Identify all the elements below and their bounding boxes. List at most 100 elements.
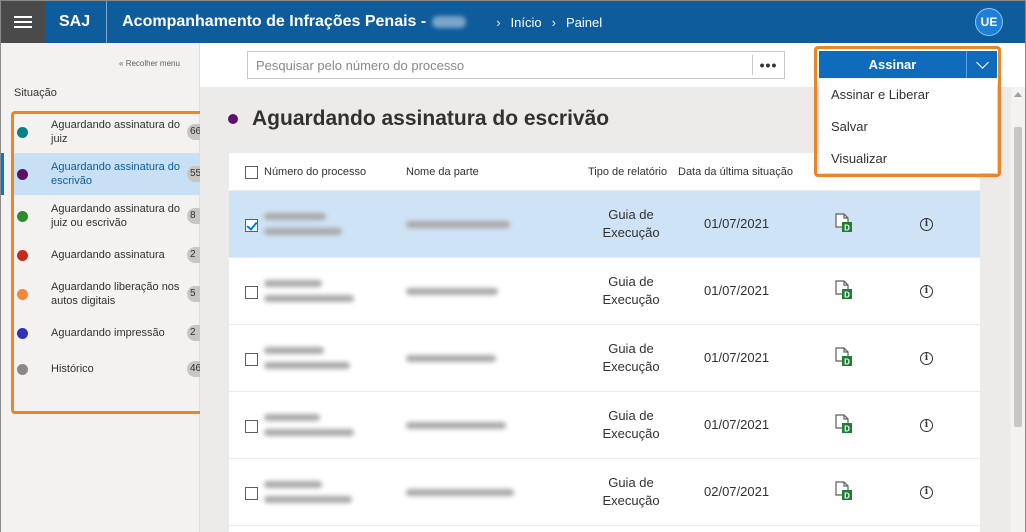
info-icon[interactable]: i: [920, 352, 933, 365]
party-name-redacted: [406, 355, 526, 362]
status-dot-icon: [228, 114, 238, 124]
process-number-redacted: [264, 280, 354, 302]
breadcrumb-painel[interactable]: Painel: [566, 15, 602, 30]
search-bar: •••: [247, 51, 785, 79]
menu-item-visualizar[interactable]: Visualizar: [819, 143, 997, 175]
app-title: Acompanhamento de Infrações Penais -: [107, 13, 467, 31]
column-numero-processo[interactable]: Número do processo: [264, 166, 366, 178]
scroll-up-arrow-icon[interactable]: [1014, 92, 1022, 97]
column-tipo-relatorio[interactable]: Tipo de relatório: [588, 166, 667, 178]
sidebar-item-situacao[interactable]: Aguardando assinatura do juiz ou escrivã…: [11, 195, 203, 237]
info-icon[interactable]: i: [920, 218, 933, 231]
row-checkbox[interactable]: [245, 420, 258, 433]
brand-logo[interactable]: SAJ: [45, 1, 108, 43]
svg-text:D: D: [844, 358, 850, 367]
assinar-dropdown-menu: Assinar e Liberar Salvar Visualizar: [819, 79, 997, 173]
situacao-heading: Situação: [14, 87, 57, 99]
user-avatar[interactable]: UE: [975, 8, 1003, 36]
tipo-relatorio-cell: Guia de Execução: [602, 274, 660, 307]
sidebar-item-label: Histórico: [51, 363, 94, 375]
info-icon[interactable]: i: [920, 419, 933, 432]
collapse-menu-label: Recolher menu: [125, 59, 180, 68]
table-body: Guia de Execução 01/07/2021 Di Guia de Execuç…: [229, 191, 980, 526]
document-d-icon[interactable]: D: [835, 414, 853, 434]
process-number-redacted: [264, 213, 354, 235]
sidebar-item-label: Aguardando liberação nos autos digitais: [51, 281, 180, 307]
process-number-redacted: [264, 481, 354, 503]
menu-item-assinar-e-liberar[interactable]: Assinar e Liberar: [819, 79, 997, 111]
sidebar-item-label: Aguardando assinatura: [51, 249, 165, 261]
svg-text:D: D: [844, 425, 850, 434]
breadcrumb: › Início › Painel: [486, 15, 602, 30]
scrollbar-thumb[interactable]: [1014, 127, 1022, 427]
data-ultima-situacao-cell: 01/07/2021: [704, 417, 770, 432]
party-name-redacted: [406, 489, 526, 496]
data-ultima-situacao-cell: 01/07/2021: [704, 283, 770, 298]
process-number-redacted: [264, 347, 354, 369]
row-checkbox[interactable]: [245, 487, 258, 500]
data-ultima-situacao-cell: 01/07/2021: [704, 216, 770, 231]
svg-text:D: D: [844, 291, 850, 300]
document-d-icon[interactable]: D: [835, 481, 853, 501]
column-nome-parte[interactable]: Nome da parte: [406, 166, 479, 178]
table-row[interactable]: Guia de Execução 01/07/2021 Di: [229, 191, 980, 258]
table-row[interactable]: Guia de Execução 02/07/2021 Di: [229, 459, 980, 526]
sidebar-item-situacao[interactable]: Aguardando impressão 2: [11, 315, 203, 351]
status-dot-icon: [17, 250, 28, 261]
svg-text:D: D: [844, 224, 850, 233]
sidebar-item-label: Aguardando impressão: [51, 327, 165, 339]
party-name-redacted: [406, 422, 526, 429]
tipo-relatorio-cell: Guia de Execução: [602, 475, 660, 508]
svg-text:D: D: [844, 492, 850, 501]
document-d-icon[interactable]: D: [835, 280, 853, 300]
status-dot-icon: [17, 169, 28, 180]
sidebar-item-situacao[interactable]: Aguardando assinatura 2: [11, 237, 203, 273]
sidebar-item-situacao[interactable]: Aguardando liberação nos autos digitais 5: [11, 273, 203, 315]
table-row[interactable]: Guia de Execução 01/07/2021 Di: [229, 392, 980, 459]
table-row[interactable]: Guia de Execução 01/07/2021 Di: [229, 258, 980, 325]
menu-item-salvar[interactable]: Salvar: [819, 111, 997, 143]
assinar-button[interactable]: Assinar: [819, 51, 967, 78]
row-checkbox[interactable]: [245, 353, 258, 366]
process-number-redacted: [264, 414, 354, 436]
data-ultima-situacao-cell: 02/07/2021: [704, 484, 770, 499]
party-name-redacted: [406, 288, 526, 295]
party-name-redacted: [406, 221, 526, 228]
sidebar-item-label: Aguardando assinatura do escrivão: [51, 161, 181, 187]
situation-list: Aguardando assinatura do juiz 66 Aguardand…: [1, 111, 203, 387]
app-title-text: Acompanhamento de Infrações Penais -: [122, 13, 427, 30]
sidebar-item-label: Aguardando assinatura do juiz: [51, 119, 181, 145]
table-row[interactable]: Guia de Execução 01/07/2021 Di: [229, 325, 980, 392]
column-data-ultima-situacao[interactable]: Data da última situação: [678, 166, 793, 178]
chevron-down-icon: [975, 55, 989, 69]
info-icon[interactable]: i: [920, 486, 933, 499]
search-input[interactable]: [248, 57, 752, 73]
scrollbar[interactable]: [1011, 87, 1025, 532]
more-options-icon[interactable]: •••: [752, 55, 784, 75]
sidebar-item-situacao[interactable]: Histórico 46: [11, 351, 203, 387]
status-dot-icon: [17, 127, 28, 138]
row-checkbox[interactable]: [245, 286, 258, 299]
sidebar-item-situacao[interactable]: Aguardando assinatura do juiz 66: [11, 111, 203, 153]
section-header: Aguardando assinatura do escrivão: [228, 107, 609, 131]
top-bar: SAJ Acompanhamento de Infrações Penais -…: [1, 1, 1025, 43]
assinar-dropdown-toggle[interactable]: [967, 51, 997, 78]
select-all-checkbox[interactable]: [245, 166, 258, 179]
sidebar-item-situacao[interactable]: Aguardando assinatura do escrivão 55: [1, 153, 203, 195]
process-table: Número do processo Nome da parte Tipo de…: [229, 153, 980, 532]
app-title-redacted: [432, 16, 467, 28]
tipo-relatorio-cell: Guia de Execução: [602, 207, 660, 240]
double-chevron-left-icon: «: [119, 59, 124, 68]
tipo-relatorio-cell: Guia de Execução: [602, 408, 660, 441]
status-dot-icon: [17, 364, 28, 375]
hamburger-menu-icon[interactable]: [1, 1, 45, 43]
chevron-right-icon: ›: [496, 14, 501, 30]
status-dot-icon: [17, 289, 28, 300]
info-icon[interactable]: i: [920, 285, 933, 298]
collapse-menu-button[interactable]: « Recolher menu: [119, 59, 180, 68]
document-d-icon[interactable]: D: [835, 213, 853, 233]
chevron-right-icon: ›: [551, 14, 556, 30]
breadcrumb-inicio[interactable]: Início: [511, 15, 542, 30]
document-d-icon[interactable]: D: [835, 347, 853, 367]
row-checkbox[interactable]: [245, 219, 258, 232]
